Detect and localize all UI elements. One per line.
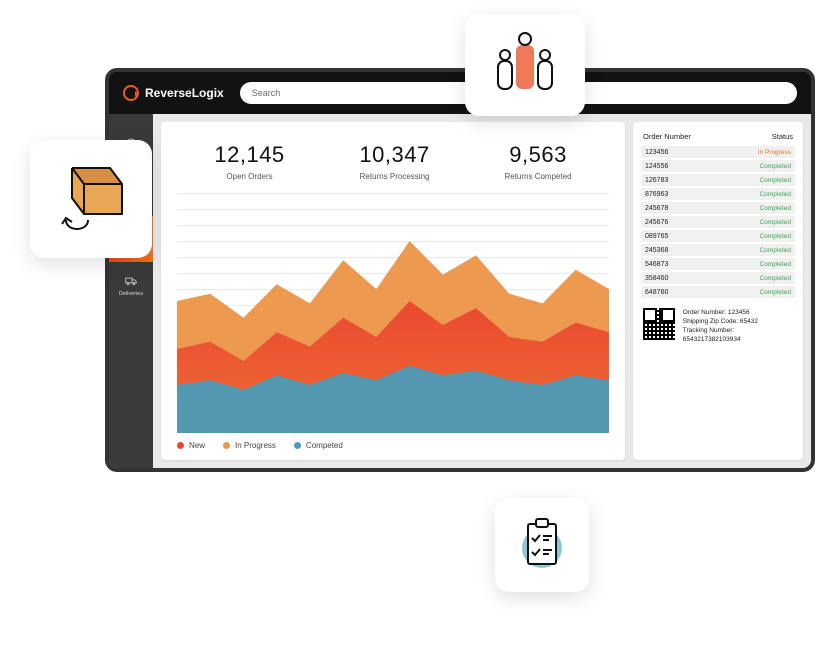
order-number: 089765 — [645, 233, 668, 240]
orders-panel: Order Number Status 123456 In Progress 124… — [633, 122, 803, 460]
order-row[interactable]: 546873 Completed — [641, 258, 795, 270]
order-row[interactable]: 245676 Completed — [641, 216, 795, 228]
legend-dot-icon — [177, 442, 184, 449]
orders-header-right: Status — [772, 132, 793, 141]
workspace: Orders Store Reports Deliveries — [109, 114, 811, 468]
float-card-people — [465, 14, 585, 116]
order-status: Completed — [760, 247, 791, 254]
order-detail-block: Order Number: 123456 Shipping Zip Code: … — [641, 308, 795, 344]
kpi-label: Open Orders — [214, 172, 284, 181]
float-card-clipboard — [495, 498, 589, 592]
order-row[interactable]: 245368 Completed — [641, 244, 795, 256]
order-number: 358460 — [645, 275, 668, 282]
qr-code-icon — [643, 308, 675, 340]
order-number: 124556 — [645, 163, 668, 170]
brand-name: ReverseLogix — [145, 86, 224, 100]
order-status: Completed — [760, 261, 791, 268]
meta-line: Order Number: 123456 — [683, 308, 793, 317]
legend-label: Competed — [306, 441, 343, 450]
logo-ring-icon — [123, 85, 139, 101]
order-meta: Order Number: 123456 Shipping Zip Code: … — [683, 308, 793, 344]
kpi-open-orders: 12,145 Open Orders — [214, 142, 284, 181]
order-number: 876963 — [645, 191, 668, 198]
kpi-label: Returns Competed — [504, 172, 571, 181]
order-number: 648760 — [645, 289, 668, 296]
meta-line: Shipping Zip Code: 65432 — [683, 317, 793, 326]
area-chart — [177, 193, 609, 433]
kpi-row: 12,145 Open Orders 10,347 Returns Proces… — [177, 136, 609, 193]
order-row[interactable]: 358460 Completed — [641, 272, 795, 284]
legend-item: Competed — [294, 441, 343, 450]
order-number: 546873 — [645, 261, 668, 268]
order-row[interactable]: 123456 In Progress — [641, 146, 795, 158]
topbar: ReverseLogix Search — [109, 72, 811, 114]
clipboard-checklist-icon — [514, 514, 570, 576]
order-status: Completed — [760, 233, 791, 240]
content: 12,145 Open Orders 10,347 Returns Proces… — [153, 114, 811, 468]
order-number: 245678 — [645, 205, 668, 212]
order-status: Completed — [760, 177, 791, 184]
order-status: Completed — [760, 205, 791, 212]
order-status: Completed — [760, 163, 791, 170]
brand-logo: ReverseLogix — [123, 85, 224, 101]
order-status: Completed — [760, 191, 791, 198]
meta-line: Tracking Number: 6543217382103934 — [683, 326, 793, 344]
truck-icon — [123, 273, 139, 289]
legend-dot-icon — [294, 442, 301, 449]
orders-header: Order Number Status — [641, 130, 795, 146]
order-row[interactable]: 648760 Completed — [641, 286, 795, 298]
kpi-returns-completed: 9,563 Returns Competed — [504, 142, 571, 181]
order-status: Completed — [760, 219, 791, 226]
people-bars-icon — [486, 31, 564, 99]
order-number: 126783 — [645, 177, 668, 184]
order-number: 245676 — [645, 219, 668, 226]
app-window: ReverseLogix Search Orders Store — [105, 68, 815, 472]
order-number: 245368 — [645, 247, 668, 254]
orders-header-left: Order Number — [643, 132, 691, 141]
order-row[interactable]: 089765 Completed — [641, 230, 795, 242]
kpi-label: Returns Processing — [359, 172, 429, 181]
legend-item: In Progress — [223, 441, 276, 450]
sidebar-item-deliveries[interactable]: Deliveries — [109, 262, 153, 308]
kpi-returns-processing: 10,347 Returns Processing — [359, 142, 429, 181]
order-number: 123456 — [645, 149, 668, 156]
main-card: 12,145 Open Orders 10,347 Returns Proces… — [161, 122, 625, 460]
kpi-value: 10,347 — [359, 142, 429, 168]
chart-legend: New In Progress Competed — [177, 441, 609, 450]
kpi-value: 12,145 — [214, 142, 284, 168]
order-status: In Progress — [758, 149, 791, 156]
order-row[interactable]: 876963 Completed — [641, 188, 795, 200]
float-card-box — [30, 140, 152, 258]
legend-label: New — [189, 441, 205, 450]
order-row[interactable]: 124556 Completed — [641, 160, 795, 172]
order-status: Completed — [760, 289, 791, 296]
order-row[interactable]: 245678 Completed — [641, 202, 795, 214]
legend-label: In Progress — [235, 441, 276, 450]
legend-item: New — [177, 441, 205, 450]
sidebar-item-label: Deliveries — [119, 291, 143, 297]
order-row[interactable]: 126783 Completed — [641, 174, 795, 186]
kpi-value: 9,563 — [504, 142, 571, 168]
order-status: Completed — [760, 275, 791, 282]
legend-dot-icon — [223, 442, 230, 449]
box-return-icon — [48, 158, 134, 240]
